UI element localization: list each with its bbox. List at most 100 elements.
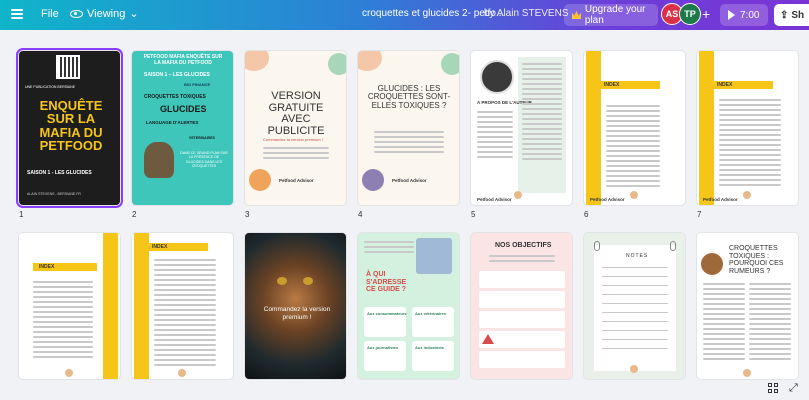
clip-icon <box>670 241 676 251</box>
text-block <box>374 131 444 156</box>
page-question: À QUI S'ADRESSE CE GUIDE ? <box>366 271 407 294</box>
audience-label: Aux industriels <box>415 345 444 350</box>
page-thumbnail-4[interactable]: GLUCIDES : LES CROQUETTES SONT-ELLES TOX… <box>358 51 459 205</box>
text-block <box>703 283 745 363</box>
document-title[interactable]: croquettes et glucides 2- petfo... <box>362 8 504 19</box>
share-button[interactable]: ⇪ Sh <box>774 4 809 26</box>
share-label: Sh <box>791 9 805 21</box>
brand-label: Petfood Advisor <box>279 178 314 183</box>
word-cloud-1: BIG PINANCE <box>184 82 211 87</box>
decor-shape <box>245 51 269 71</box>
page-number: 6 <box>584 210 589 219</box>
text-block <box>489 255 555 265</box>
page-cover-title: ENQUÊTE SUR LA MAFIA DU PETFOOD <box>39 98 103 153</box>
page-thumbnail-6[interactable]: INDEX Petfood Advisor <box>584 51 685 205</box>
cat-illustration <box>249 169 271 191</box>
yellow-band <box>134 233 149 379</box>
brand-label: Petfood Advisor <box>392 178 427 183</box>
index-list <box>154 259 216 369</box>
upgrade-button[interactable]: Upgrade your plan <box>564 4 658 26</box>
cat-photo <box>416 238 452 274</box>
file-menu[interactable]: File <box>41 8 59 20</box>
page-badge <box>630 365 638 373</box>
page-number: 3 <box>245 210 250 219</box>
word-cloud-5: VETERINAIRES <box>189 136 215 140</box>
add-collaborator-button[interactable]: + <box>702 6 710 22</box>
page-badge <box>178 369 186 377</box>
text-block <box>364 241 414 256</box>
page-thumbnail-3[interactable]: VERSION GRATUITE AVEC PUBLICITE Commande… <box>245 51 346 205</box>
viewing-dropdown[interactable]: Viewing ⌄ <box>70 7 139 20</box>
page-subtitle: Commandez la version premium ! <box>263 137 323 142</box>
fullscreen-icon[interactable]: ⤢ <box>789 382 798 395</box>
page-thumbnail-2[interactable]: PETFOOD MAFIA ENQUÊTE SUR LA MAFIA DU PE… <box>132 51 233 205</box>
index-list <box>719 99 781 189</box>
brand-label: Petfood Advisor <box>477 197 512 202</box>
objective-row <box>479 311 565 328</box>
page-thumbnail-11[interactable]: À QUI S'ADRESSE CE GUIDE ? Aux consommat… <box>358 233 459 379</box>
page-thumbnail-9[interactable]: INDEX <box>132 233 233 379</box>
page-badge <box>743 191 751 199</box>
index-label: INDEX <box>604 82 620 88</box>
objective-row <box>479 291 565 308</box>
document-author: by Alain STEVENS <box>484 8 569 19</box>
notes-lines <box>602 267 668 357</box>
yellow-band <box>586 51 601 205</box>
croquettes-photo <box>701 253 723 275</box>
audience-label: Aux consommateurs <box>367 311 407 316</box>
dog-illustration <box>362 169 384 191</box>
qr-code <box>56 55 80 79</box>
text-block <box>749 283 791 363</box>
page-number: 1 <box>19 210 24 219</box>
crown-icon <box>572 11 581 19</box>
cat-eye-right <box>303 277 313 285</box>
yellow-band <box>699 51 714 205</box>
page-cover-subtitle: SAISON 1 - LES GLUCIDES <box>27 170 92 176</box>
page-badge <box>65 369 73 377</box>
text-block <box>477 111 513 161</box>
grid-view-icon[interactable] <box>768 383 778 393</box>
page-thumbnail-7[interactable]: INDEX Petfood Advisor <box>697 51 798 205</box>
page-title: GLUCIDES : LES CROQUETTES SONT-ELLES TOX… <box>367 84 451 110</box>
page-thumbnail-12[interactable]: NOS OBJECTIFS <box>471 233 572 379</box>
warning-icon <box>482 334 494 344</box>
decor-shape <box>441 53 459 75</box>
word-cloud-4: LANGUAGE D'ALERTES <box>146 120 199 125</box>
page-thumbnail-13[interactable]: NOTES <box>584 233 685 379</box>
index-label: INDEX <box>39 264 55 270</box>
decor-shape <box>328 53 346 75</box>
yellow-band <box>103 233 118 379</box>
index-list <box>33 281 93 361</box>
play-icon <box>728 10 735 20</box>
word-cloud-2: CROQUETTES TOXIQUES <box>144 94 206 100</box>
avatar[interactable]: TP <box>679 3 701 25</box>
page-thumbnail-10[interactable]: Commandez la version premium ! <box>245 233 346 379</box>
page-title: CROQUETTES TOXIQUES : POURQUOI CES RUMEU… <box>729 245 784 276</box>
page-badge <box>514 191 522 199</box>
page-title: NOS OBJECTIFS <box>495 242 552 249</box>
brand-label: Petfood Advisor <box>590 197 625 202</box>
page-thumbnail-5[interactable]: A PROPOS DE L'AUTEUR Petfood Advisor <box>471 51 572 205</box>
timer-label: 7:00 <box>740 9 760 21</box>
index-label: INDEX <box>717 82 733 88</box>
page-thumbnail-14[interactable]: CROQUETTES TOXIQUES : POURQUOI CES RUMEU… <box>697 233 798 379</box>
dog-illustration <box>144 142 174 178</box>
present-button[interactable]: 7:00 <box>720 4 768 26</box>
page-title: PETFOOD MAFIA ENQUÊTE SUR LA MAFIA DU PE… <box>143 54 223 67</box>
page-note: DANS CE GRAND PLAN SUR LA PRÉSENCE DE GL… <box>180 151 228 169</box>
page-title: NOTES <box>626 253 649 259</box>
page-thumbnail-8[interactable]: INDEX <box>19 233 120 379</box>
audience-label: Aux journalistes <box>367 345 399 350</box>
page-number: 4 <box>358 210 363 219</box>
page-caption: Commandez la version premium ! <box>263 306 331 322</box>
author-photo <box>480 60 514 94</box>
text-block <box>263 147 329 162</box>
brand-label: Petfood Advisor <box>703 197 738 202</box>
index-label: INDEX <box>152 244 168 250</box>
clip-icon <box>594 241 600 251</box>
upgrade-label: Upgrade your plan <box>584 4 646 26</box>
menu-icon[interactable] <box>11 9 23 19</box>
audience-label: Aux vétérinaires <box>415 311 447 316</box>
page-thumbnail-1[interactable]: UNE PUBLICATION BERSIANE ENQUÊTE SUR LA … <box>16 48 123 208</box>
word-cloud-3: GLUCIDES <box>160 104 207 114</box>
